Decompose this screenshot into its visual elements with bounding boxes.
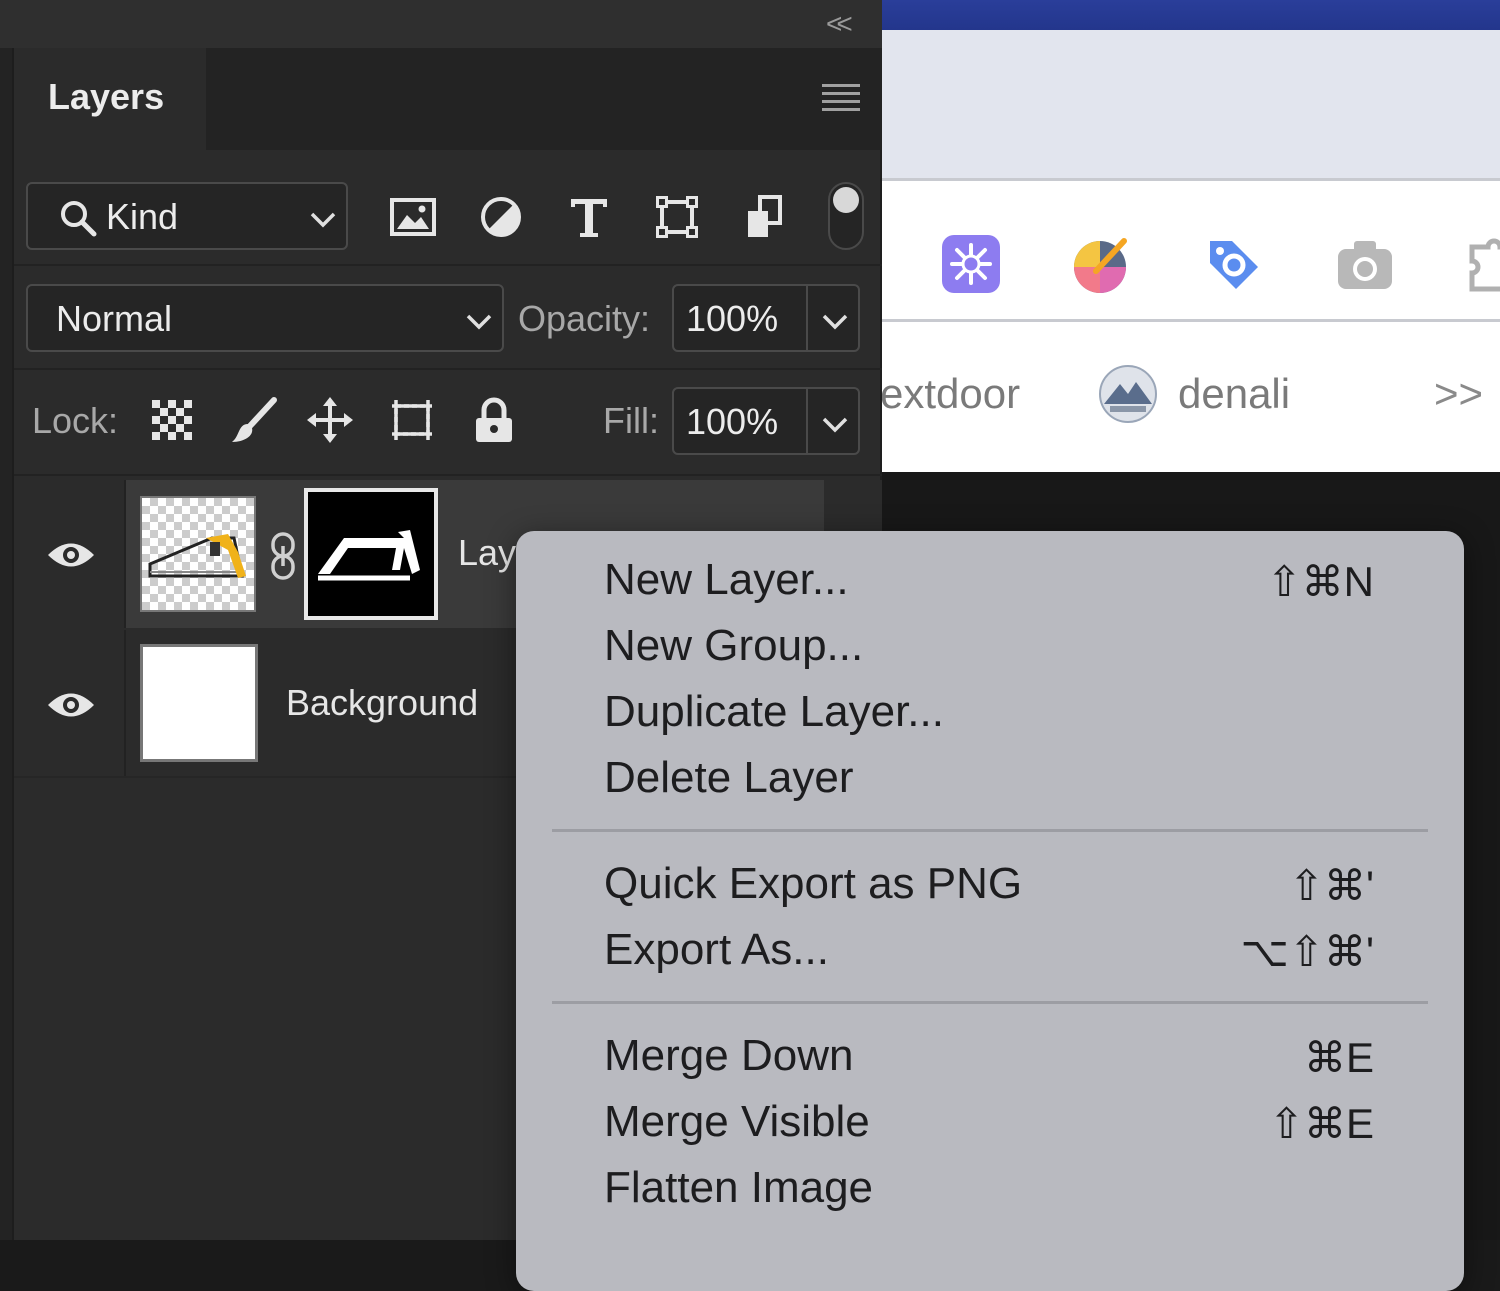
divider	[14, 264, 882, 266]
layer-context-menu: New Layer... ⇧⌘N New Group... Duplicate …	[516, 531, 1464, 1291]
color-picker-extension-icon[interactable]	[1070, 233, 1132, 295]
smart-object-filter-icon[interactable]	[742, 193, 790, 241]
price-tag-extension-icon[interactable]	[1202, 233, 1264, 295]
menu-item-new-group[interactable]: New Group...	[604, 621, 863, 671]
lock-all-icon[interactable]	[470, 396, 518, 444]
shape-filter-icon[interactable]	[653, 193, 701, 241]
divider	[14, 474, 882, 476]
chevron-down-icon	[310, 212, 336, 228]
bookmarks-overflow-button[interactable]: >>	[1434, 370, 1483, 418]
eye-icon[interactable]	[46, 690, 96, 720]
layer-name[interactable]: Background	[286, 682, 478, 724]
panel-top-bar: <<	[0, 0, 882, 48]
perplexity-extension-icon[interactable]	[940, 233, 1002, 295]
shortcut-merge-down: ⌘E	[1303, 1034, 1374, 1081]
bookmark-denali[interactable]: denali	[1178, 370, 1290, 418]
field-divider	[806, 389, 808, 453]
lock-artboard-icon[interactable]	[388, 396, 436, 444]
menu-item-export-as[interactable]: Export As...	[604, 925, 829, 975]
bookmark-extdoor[interactable]: extdoor	[880, 370, 1020, 418]
menu-separator	[552, 1001, 1428, 1004]
blend-mode-label: Normal	[56, 298, 173, 339]
panel-tab-bar: Layers	[14, 48, 882, 150]
filter-toggle-switch[interactable]	[828, 182, 864, 250]
fill-field[interactable]: 100%	[672, 387, 860, 455]
lock-position-icon[interactable]	[306, 396, 354, 444]
denali-bookmark-icon	[1098, 364, 1158, 424]
search-icon	[58, 198, 98, 238]
image-filter-icon[interactable]	[389, 193, 437, 241]
filter-toggle-knob	[833, 187, 859, 213]
adjustment-filter-icon[interactable]	[477, 193, 525, 241]
tab-layers[interactable]: Layers	[14, 48, 206, 150]
eye-icon[interactable]	[46, 540, 96, 570]
menu-item-merge-down[interactable]: Merge Down	[604, 1031, 853, 1081]
menu-item-duplicate-layer[interactable]: Duplicate Layer...	[604, 687, 944, 737]
menu-item-new-layer[interactable]: New Layer...	[604, 555, 849, 605]
visibility-column-divider	[124, 630, 126, 776]
divider	[14, 368, 882, 370]
shortcut-new-layer: ⇧⌘N	[1266, 558, 1374, 605]
lock-label: Lock:	[32, 400, 119, 441]
blend-mode-dropdown[interactable]: Normal	[26, 284, 504, 352]
layer-mask-thumbnail[interactable]	[304, 488, 438, 620]
camera-extension-icon[interactable]	[1334, 233, 1396, 295]
browser-title-area	[880, 30, 1500, 178]
field-divider	[806, 286, 808, 350]
puzzle-extension-icon[interactable]	[1466, 233, 1500, 295]
shortcut-quick-export-png: ⇧⌘'	[1288, 862, 1374, 909]
chevron-down-icon[interactable]	[822, 417, 848, 433]
type-filter-icon[interactable]	[565, 193, 613, 241]
visibility-column-divider	[124, 480, 126, 628]
tab-layers-label: Layers	[48, 76, 165, 117]
lock-transparent-pixels-icon[interactable]	[148, 396, 196, 444]
layer-thumbnail[interactable]	[140, 644, 258, 762]
browser-top-bar	[880, 0, 1500, 30]
chevron-down-icon[interactable]	[822, 314, 848, 330]
fill-value[interactable]: 100%	[686, 401, 778, 443]
menu-item-flatten-image[interactable]: Flatten Image	[604, 1163, 873, 1213]
browser-extension-bar	[880, 178, 1500, 322]
menu-item-delete-layer[interactable]: Delete Layer	[604, 753, 853, 803]
fill-label: Fill:	[603, 400, 659, 441]
chevron-down-icon	[466, 314, 492, 330]
layer-thumbnail[interactable]	[140, 496, 256, 612]
opacity-value[interactable]: 100%	[686, 298, 778, 340]
opacity-field[interactable]: 100%	[672, 284, 860, 352]
panel-menu-icon[interactable]	[822, 84, 860, 112]
filter-kind-dropdown[interactable]: Kind	[26, 182, 348, 250]
layer-name[interactable]: Lay	[458, 532, 516, 574]
menu-separator	[552, 829, 1428, 832]
link-chain-icon[interactable]	[268, 532, 298, 580]
panel-left-strip	[0, 0, 14, 1240]
menu-item-merge-visible[interactable]: Merge Visible	[604, 1097, 870, 1147]
shortcut-export-as: ⌥⇧⌘'	[1240, 928, 1374, 975]
shortcut-merge-visible: ⇧⌘E	[1268, 1100, 1374, 1147]
bookmarks-bar: extdoor denali >>	[880, 322, 1500, 472]
filter-kind-label: Kind	[106, 196, 179, 237]
lock-image-pixels-icon[interactable]	[230, 396, 278, 444]
menu-item-quick-export-png[interactable]: Quick Export as PNG	[604, 859, 1022, 909]
opacity-label: Opacity:	[518, 298, 651, 339]
collapse-panel-icon[interactable]: <<	[826, 8, 853, 40]
